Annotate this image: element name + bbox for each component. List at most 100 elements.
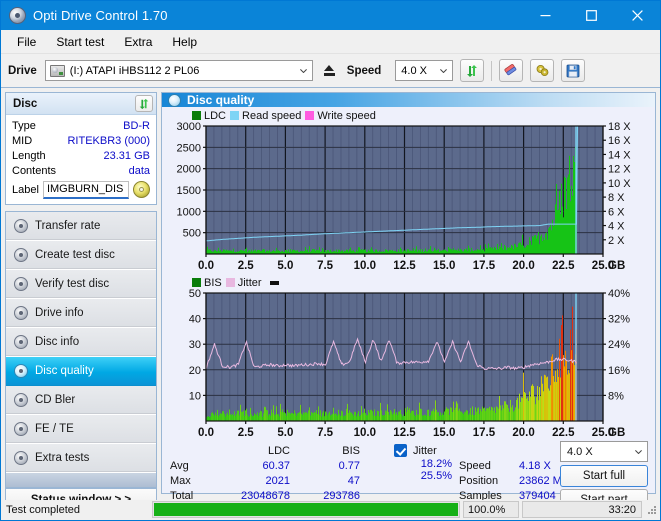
status-message: Test completed <box>6 503 80 516</box>
sidebar-label: CD Bler <box>35 394 76 406</box>
resize-grip[interactable] <box>646 504 657 515</box>
svg-text:10.0: 10.0 <box>354 260 376 272</box>
sidebar-label: Create test disc <box>35 249 115 261</box>
sidebar-label: Drive info <box>35 307 84 319</box>
disc-row-contents: Contents data <box>12 163 150 178</box>
svg-text:30: 30 <box>189 339 201 351</box>
minimize-icon[interactable] <box>522 1 568 30</box>
panel-header: Disc quality <box>162 93 655 107</box>
jitter-max-value: 25.5% <box>420 470 452 482</box>
svg-text:24%: 24% <box>608 339 630 351</box>
svg-text:2 X: 2 X <box>608 235 625 247</box>
disc-contents-value: data <box>128 164 150 177</box>
disc-row-type: Type BD-R <box>12 118 150 133</box>
menu-file[interactable]: File <box>7 32 46 52</box>
chart-top[interactable]: 500 1000 1500 2000 2500 3000 2 X 4 X 6 X 8 X 10 X 1… <box>164 122 653 274</box>
test-speed-select[interactable]: 4.0 X <box>560 441 648 462</box>
jitter-checkbox[interactable] <box>394 444 407 457</box>
app-window: Opti Drive Control 1.70 File Start test … <box>0 0 661 521</box>
sidebar-item-disc-info[interactable]: Disc info <box>6 328 156 357</box>
disc-verify-icon <box>14 277 28 291</box>
legend-label-jitter: Jitter <box>237 276 262 289</box>
toolbar-divider <box>491 60 493 81</box>
cd-icon[interactable] <box>132 181 150 198</box>
svg-text:20.0: 20.0 <box>512 427 534 439</box>
window-title: Opti Drive Control 1.70 <box>33 8 168 23</box>
sidebar-item-transfer-rate[interactable]: Transfer rate <box>6 212 156 241</box>
svg-text:8 X: 8 X <box>608 192 625 204</box>
speed-select[interactable]: 4.0 X <box>395 60 454 81</box>
stats-avg-ldc: 60.37 <box>262 459 290 472</box>
chevron-down-icon <box>440 68 448 73</box>
charts-container: LDC Read speed Write speed 500 1000 1500 20… <box>162 107 655 441</box>
disc-length-label: Length <box>12 149 46 162</box>
svg-text:40%: 40% <box>608 289 630 300</box>
cd-bler-icon <box>14 393 28 407</box>
disc-mid-label: MID <box>12 134 33 147</box>
start-full-button[interactable]: Start full <box>560 465 648 487</box>
floppy-save-icon <box>566 64 580 77</box>
legend-label-bis: BIS <box>204 276 222 289</box>
sidebar-item-cd-bler[interactable]: CD Bler <box>6 386 156 415</box>
sidebar-item-extra-tests[interactable]: Extra tests <box>6 444 156 473</box>
close-icon[interactable] <box>614 1 660 30</box>
drive-select[interactable]: (I:) ATAPI iHBS112 2 PL06 <box>44 60 313 81</box>
svg-text:500: 500 <box>183 228 201 240</box>
sidebar-item-verify-test-disc[interactable]: Verify test disc <box>6 270 156 299</box>
toolbar: Drive (I:) ATAPI iHBS112 2 PL06 Speed 4.… <box>1 54 660 88</box>
sidebar-item-disc-quality[interactable]: Disc quality <box>6 357 156 386</box>
legend-item-bis: BIS <box>192 277 222 289</box>
disc-quality-icon <box>14 364 28 378</box>
disc-mid-value: RITEKBR3 (000) <box>67 134 150 147</box>
stats-avg-bis: 0.77 <box>338 459 360 472</box>
svg-text:5.0: 5.0 <box>277 260 293 272</box>
menu-help[interactable]: Help <box>162 32 207 52</box>
main-area: Disc Type BD-R MID RITEKBR3 (000) Length… <box>1 88 660 512</box>
menu-bar: File Start test Extra Help <box>1 30 660 54</box>
optical-drive-icon <box>49 64 65 77</box>
svg-text:22.5: 22.5 <box>552 260 575 272</box>
disc-label-input[interactable] <box>42 180 129 199</box>
refresh-button[interactable] <box>460 59 485 82</box>
stats-table: LDC BIS Avg 60.37 0.77 Max 2021 47 Total… <box>170 443 366 503</box>
legend-item-write-speed: Write speed <box>305 110 376 122</box>
svg-text:10: 10 <box>189 390 201 402</box>
disc-panel: Disc Type BD-R MID RITEKBR3 (000) Length… <box>5 92 157 205</box>
svg-text:17.5: 17.5 <box>473 427 496 439</box>
sidebar-item-drive-info[interactable]: Drive info <box>6 299 156 328</box>
svg-text:1000: 1000 <box>177 206 201 218</box>
chevron-down-icon <box>635 449 642 454</box>
sidebar-item-fe-te[interactable]: FE / TE <box>6 415 156 444</box>
speed-select-value: 4.0 X <box>401 64 427 77</box>
menu-start-test[interactable]: Start test <box>46 32 114 52</box>
position-stat-label: Position <box>459 474 499 487</box>
disc-type-value: BD-R <box>123 119 150 132</box>
maximize-icon[interactable] <box>568 1 614 30</box>
settings-button[interactable] <box>530 59 555 82</box>
disc-burn-icon <box>14 248 28 262</box>
eraser-button[interactable] <box>499 59 524 82</box>
legend-item-ldc: LDC <box>192 110 226 122</box>
eject-button[interactable] <box>318 60 341 82</box>
chart-bottom[interactable]: 10 20 30 40 50 8% 16% 24% 32% 40% 0.0 2.5 5.0 7.5 10.0… <box>164 289 653 441</box>
save-button[interactable] <box>561 59 586 82</box>
svg-text:3000: 3000 <box>177 122 201 133</box>
sidebar-label: Disc quality <box>35 365 94 377</box>
svg-text:16 X: 16 X <box>608 135 631 147</box>
progress-bar <box>152 501 460 518</box>
progress-bar-fill <box>154 503 458 516</box>
svg-text:40: 40 <box>189 314 201 326</box>
sidebar-label: Verify test disc <box>35 278 110 290</box>
svg-text:2000: 2000 <box>177 164 201 176</box>
sidebar-item-create-test-disc[interactable]: Create test disc <box>6 241 156 270</box>
menu-extra[interactable]: Extra <box>114 32 162 52</box>
svg-text:2500: 2500 <box>177 142 201 154</box>
stats-header-row: LDC BIS <box>170 443 366 458</box>
stats-max-bis: 47 <box>347 474 360 487</box>
drive-info-icon <box>14 306 28 320</box>
sidebar-label: Transfer rate <box>35 220 101 232</box>
disc-refresh-button[interactable] <box>135 95 153 112</box>
svg-text:14 X: 14 X <box>608 149 631 161</box>
svg-text:2.5: 2.5 <box>238 260 255 272</box>
svg-text:15.0: 15.0 <box>433 427 455 439</box>
